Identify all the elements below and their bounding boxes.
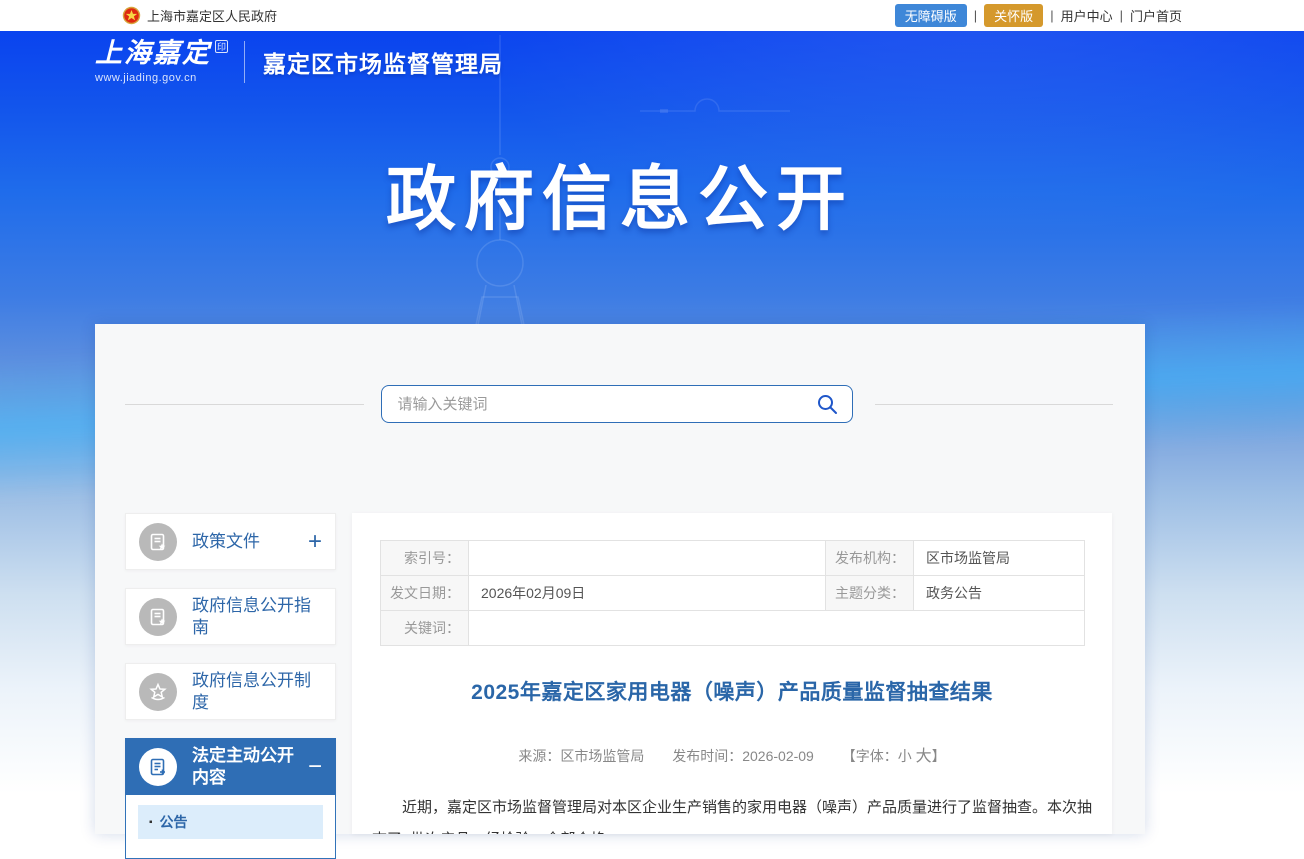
separator: | — [974, 8, 977, 23]
page-title: 政府信息公开 — [95, 143, 1145, 244]
keywords-value — [469, 611, 1085, 646]
table-row: 发文日期： 2026年02月09日 主题分类： 政务公告 — [381, 576, 1085, 611]
sidebar-item-label: 政策文件 — [192, 531, 306, 552]
content-card: 政策文件 + 政府信息公开指南 政府信息公开制度 — [95, 324, 1145, 834]
circuit-decoration — [640, 91, 800, 121]
article-panel: 索引号： 发布机构： 区市场监管局 发文日期： 2026年02月09日 主题分类… — [352, 513, 1112, 834]
font-label-prefix: 【字体： — [842, 748, 898, 764]
jiading-logo[interactable]: 上海嘉定 印 www.jiading.gov.cn — [95, 40, 228, 84]
sidebar-item-label: 政府信息公开制度 — [192, 670, 322, 713]
issue-date-value: 2026年02月09日 — [469, 576, 826, 611]
bureau-name: 嘉定区市场监督管理局 — [263, 45, 503, 79]
expand-plus-icon[interactable]: + — [308, 528, 322, 556]
search-input[interactable] — [398, 396, 814, 413]
font-large-button[interactable]: 大 — [916, 748, 932, 765]
sidebar-item-disclosure-system[interactable]: 政府信息公开制度 — [125, 663, 336, 720]
document-star-icon — [139, 523, 177, 561]
page-header: 上海嘉定 印 www.jiading.gov.cn 嘉定区市场监督管理局 — [95, 40, 503, 84]
bullet-icon: ▪ — [149, 817, 153, 828]
sidebar-item-policy-documents[interactable]: 政策文件 + — [125, 513, 336, 570]
article-title: 2025年嘉定区家用电器（噪声）产品质量监督抽查结果 — [352, 676, 1112, 706]
sidebar-item-label: 法定主动公开内容 — [192, 745, 306, 788]
table-row: 索引号： 发布机构： 区市场监管局 — [381, 541, 1085, 576]
search-button[interactable] — [814, 391, 840, 417]
sidebar: 政策文件 + 政府信息公开指南 政府信息公开制度 — [125, 513, 336, 859]
article-meta-table: 索引号： 发布机构： 区市场监管局 发文日期： 2026年02月09日 主题分类… — [380, 540, 1085, 646]
sidebar-submenu: ▪ 公告 — [125, 795, 336, 859]
submenu-item-label: 公告 — [160, 812, 188, 832]
topic-category-value: 政务公告 — [914, 576, 1085, 611]
article-meta-line: 来源：区市场监管局 发布时间：2026-02-09 【字体：小 大】 — [352, 742, 1112, 766]
site-name[interactable]: 上海市嘉定区人民政府 — [147, 6, 277, 25]
header-divider — [244, 41, 245, 83]
keywords-label: 关键词： — [381, 611, 469, 646]
separator: | — [1050, 8, 1053, 23]
portal-home-link[interactable]: 门户首页 — [1130, 6, 1182, 25]
divider-line — [125, 404, 364, 405]
issuing-agency-value: 区市场监管局 — [914, 541, 1085, 576]
collapse-minus-icon[interactable]: − — [308, 753, 322, 781]
gov-site-link[interactable]: 上海市嘉定区人民政府 — [122, 6, 277, 25]
divider-line — [875, 404, 1114, 405]
search-row — [95, 385, 1145, 423]
care-version-button[interactable]: 关怀版 — [984, 4, 1043, 27]
article-publish-time: 发布时间：2026-02-09 — [672, 748, 814, 764]
sidebar-item-disclosure-guide[interactable]: 政府信息公开指南 — [125, 588, 336, 645]
document-star-icon — [139, 598, 177, 636]
topbar: 上海市嘉定区人民政府 无障碍版 | 关怀版 | 用户中心 | 门户首页 — [0, 0, 1304, 31]
index-number-value — [469, 541, 826, 576]
separator: | — [1120, 8, 1123, 23]
font-small-button[interactable]: 小 — [898, 748, 912, 764]
article-source: 来源：区市场监管局 — [518, 748, 644, 764]
user-center-link[interactable]: 用户中心 — [1061, 6, 1113, 25]
document-plus-icon — [139, 748, 177, 786]
issue-date-label: 发文日期： — [381, 576, 469, 611]
table-row: 关键词： — [381, 611, 1085, 646]
topic-category-label: 主题分类： — [826, 576, 914, 611]
font-label-suffix: 】 — [932, 748, 946, 764]
sidebar-item-label: 政府信息公开指南 — [192, 595, 322, 638]
sidebar-item-statutory-disclosure[interactable]: 法定主动公开内容 − — [125, 738, 336, 795]
article-paragraph: 近期，嘉定区市场监督管理局对本区企业生产销售的家用电器（噪声）产品质量进行了监督… — [372, 792, 1092, 834]
logo-calligraphy: 上海嘉定 — [95, 40, 211, 67]
national-emblem-icon — [122, 6, 141, 25]
logo-seal-icon: 印 — [215, 40, 228, 53]
issuing-agency-label: 发布机构： — [826, 541, 914, 576]
star-seal-icon — [139, 673, 177, 711]
font-size-control: 【字体：小 大】 — [842, 748, 946, 764]
search-icon — [815, 392, 839, 416]
accessible-version-button[interactable]: 无障碍版 — [895, 4, 967, 27]
index-number-label: 索引号： — [381, 541, 469, 576]
search-box — [381, 385, 853, 423]
logo-url: www.jiading.gov.cn — [95, 72, 228, 84]
